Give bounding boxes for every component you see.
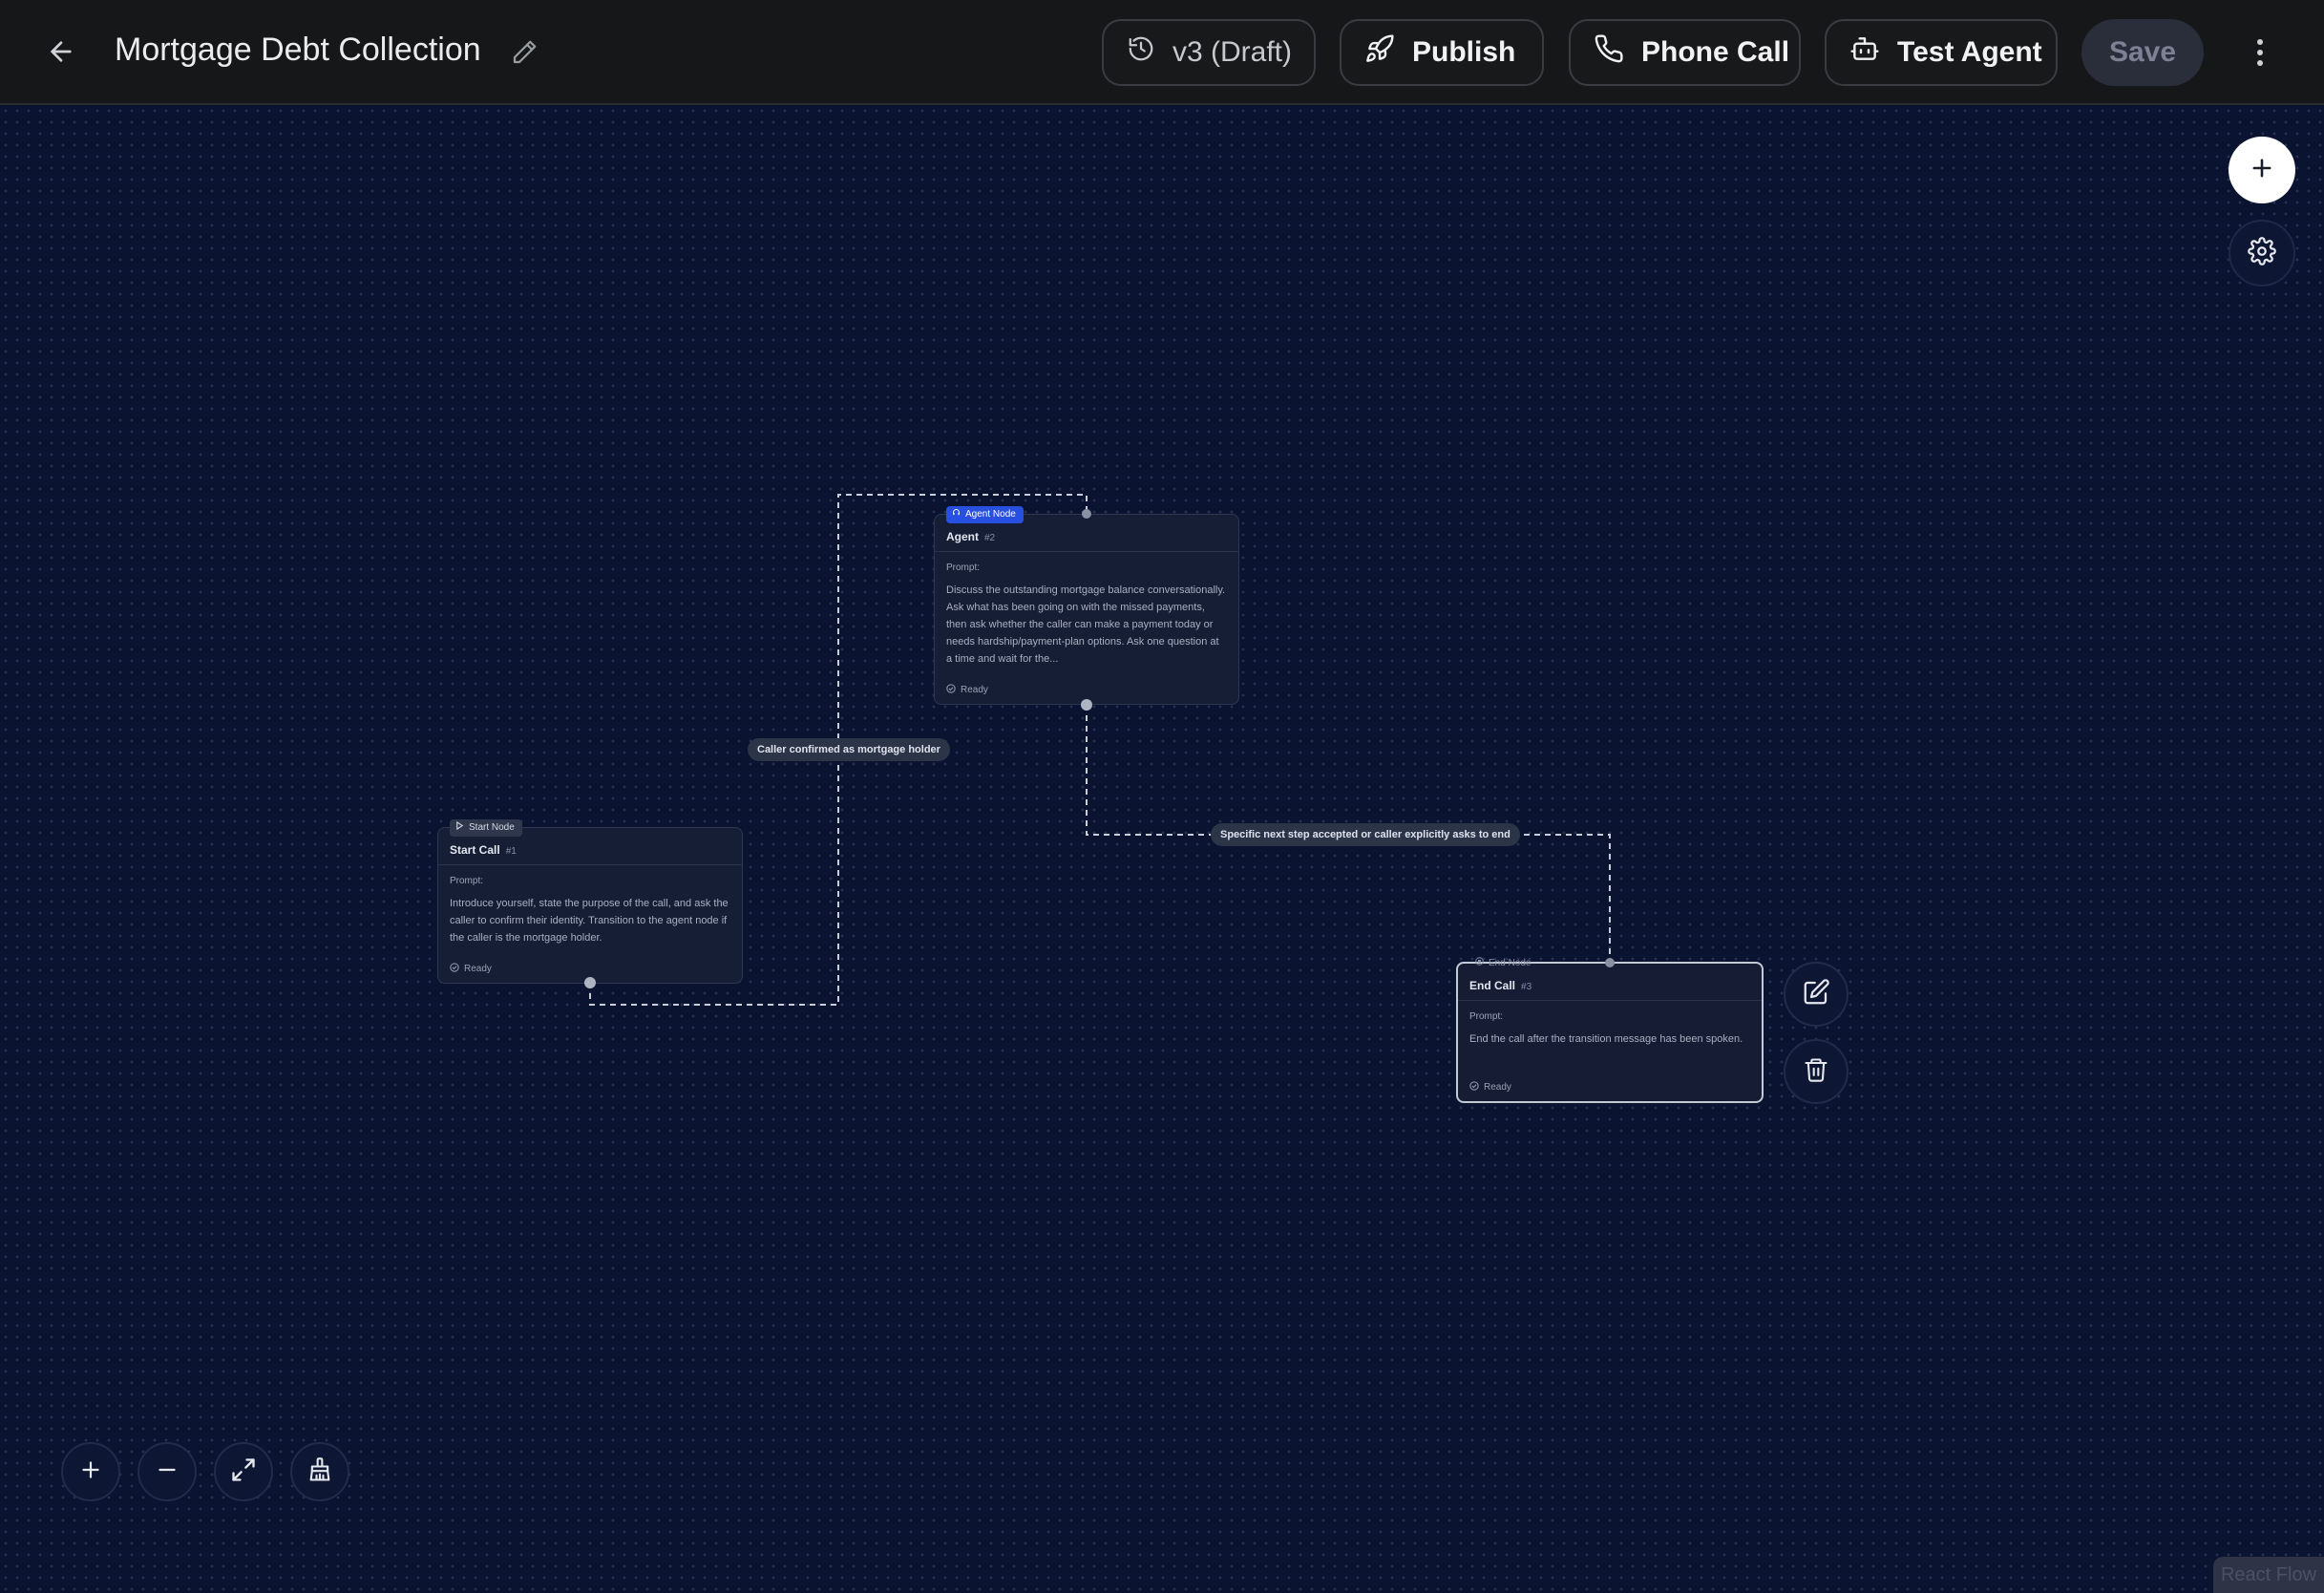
prompt-label: Prompt: bbox=[450, 876, 484, 886]
node-divider bbox=[438, 864, 742, 865]
stop-circle-icon bbox=[1475, 955, 1484, 972]
bot-icon bbox=[1849, 33, 1880, 72]
phone-call-button[interactable]: Phone Call bbox=[1569, 19, 1801, 86]
publish-button[interactable]: Publish bbox=[1340, 19, 1544, 86]
prompt-label: Prompt: bbox=[946, 563, 981, 573]
node-prompt: Discuss the outstanding mortgage balance… bbox=[946, 584, 1226, 665]
check-circle-icon bbox=[450, 963, 459, 975]
node-number: #1 bbox=[505, 846, 517, 857]
more-vertical-icon[interactable] bbox=[2244, 29, 2276, 76]
zoom-out-button[interactable] bbox=[137, 1442, 197, 1501]
flow-title: Mortgage Debt Collection bbox=[115, 32, 481, 68]
node-status-label: Ready bbox=[464, 964, 492, 974]
save-button[interactable]: Save bbox=[2081, 19, 2204, 86]
node-badge-label: Agent Node bbox=[965, 509, 1016, 520]
node-type-badge: Start Node bbox=[450, 819, 522, 837]
test-agent-button[interactable]: Test Agent bbox=[1825, 19, 2058, 86]
trash-icon bbox=[1803, 1056, 1829, 1088]
agent-node-input-handle[interactable] bbox=[1082, 509, 1091, 519]
top-bar: Mortgage Debt Collection v3 (Draft) Publ… bbox=[0, 0, 2324, 105]
react-flow-attribution[interactable]: React Flow bbox=[2213, 1557, 2324, 1593]
flow-canvas[interactable] bbox=[0, 105, 2324, 1593]
node-status: Ready bbox=[946, 684, 988, 696]
add-node-button[interactable] bbox=[2229, 137, 2295, 203]
edge-label-next-step[interactable]: Specific next step accepted or caller ex… bbox=[1211, 823, 1520, 846]
version-button[interactable]: v3 (Draft) bbox=[1102, 19, 1316, 86]
check-circle-icon bbox=[1469, 1081, 1479, 1094]
edit-node-button[interactable] bbox=[1784, 962, 1849, 1027]
settings-button[interactable] bbox=[2229, 220, 2295, 287]
prompt-label: Prompt: bbox=[1469, 1011, 1504, 1022]
end-node-input-handle[interactable] bbox=[1605, 958, 1615, 967]
back-arrow-icon[interactable] bbox=[42, 32, 80, 71]
edit-icon bbox=[1802, 978, 1830, 1011]
plus-icon bbox=[78, 1457, 103, 1487]
node-badge-label: Start Node bbox=[469, 822, 515, 833]
node-status: Ready bbox=[1469, 1081, 1511, 1094]
node-type-badge: Agent Node bbox=[946, 506, 1024, 523]
phone-call-label: Phone Call bbox=[1641, 36, 1790, 68]
pencil-icon[interactable] bbox=[506, 34, 542, 71]
node-number: #2 bbox=[984, 533, 996, 543]
minus-icon bbox=[155, 1457, 180, 1487]
expand-icon bbox=[230, 1456, 257, 1488]
version-label: v3 (Draft) bbox=[1173, 36, 1293, 68]
start-call-node[interactable]: Start Node Start Call #1 Prompt: Introduc… bbox=[437, 819, 743, 984]
edge-label-caller-confirmed[interactable]: Caller confirmed as mortgage holder bbox=[748, 738, 950, 761]
agent-node-output-handle[interactable] bbox=[1081, 699, 1092, 711]
tidy-layout-button[interactable] bbox=[290, 1442, 349, 1501]
headset-icon bbox=[952, 506, 961, 523]
zoom-in-button[interactable] bbox=[61, 1442, 120, 1501]
start-node-output-handle[interactable] bbox=[584, 977, 596, 988]
agent-node[interactable]: Agent Node Agent #2 Prompt: Discuss the o… bbox=[934, 506, 1239, 705]
node-divider bbox=[935, 551, 1238, 552]
delete-node-button[interactable] bbox=[1784, 1039, 1849, 1104]
play-icon bbox=[455, 819, 464, 837]
phone-icon bbox=[1594, 33, 1624, 72]
node-prompt: Introduce yourself, state the purpose of… bbox=[450, 898, 729, 944]
plus-icon bbox=[2249, 155, 2275, 186]
node-status-label: Ready bbox=[961, 685, 988, 695]
node-prompt: End the call after the transition messag… bbox=[1469, 1033, 1743, 1045]
node-number: #3 bbox=[1521, 982, 1532, 992]
gear-icon bbox=[2248, 236, 2276, 270]
node-type-badge: End Node bbox=[1469, 955, 1538, 972]
publish-label: Publish bbox=[1412, 36, 1516, 68]
node-title: Agent #2 bbox=[946, 530, 996, 543]
node-title: End Call #3 bbox=[1469, 979, 1532, 992]
node-divider bbox=[1458, 1000, 1762, 1001]
test-agent-label: Test Agent bbox=[1897, 36, 2042, 68]
node-title: Start Call #1 bbox=[450, 843, 517, 857]
broom-icon bbox=[306, 1456, 333, 1488]
end-call-node[interactable]: End Node End Call #3 Prompt: End the call… bbox=[1456, 957, 1764, 1103]
history-icon bbox=[1127, 34, 1155, 71]
fit-view-button[interactable] bbox=[214, 1442, 273, 1501]
node-status-label: Ready bbox=[1484, 1082, 1511, 1093]
check-circle-icon bbox=[946, 684, 956, 696]
rocket-icon bbox=[1364, 33, 1395, 72]
node-badge-label: End Node bbox=[1489, 958, 1532, 968]
node-status: Ready bbox=[450, 963, 492, 975]
